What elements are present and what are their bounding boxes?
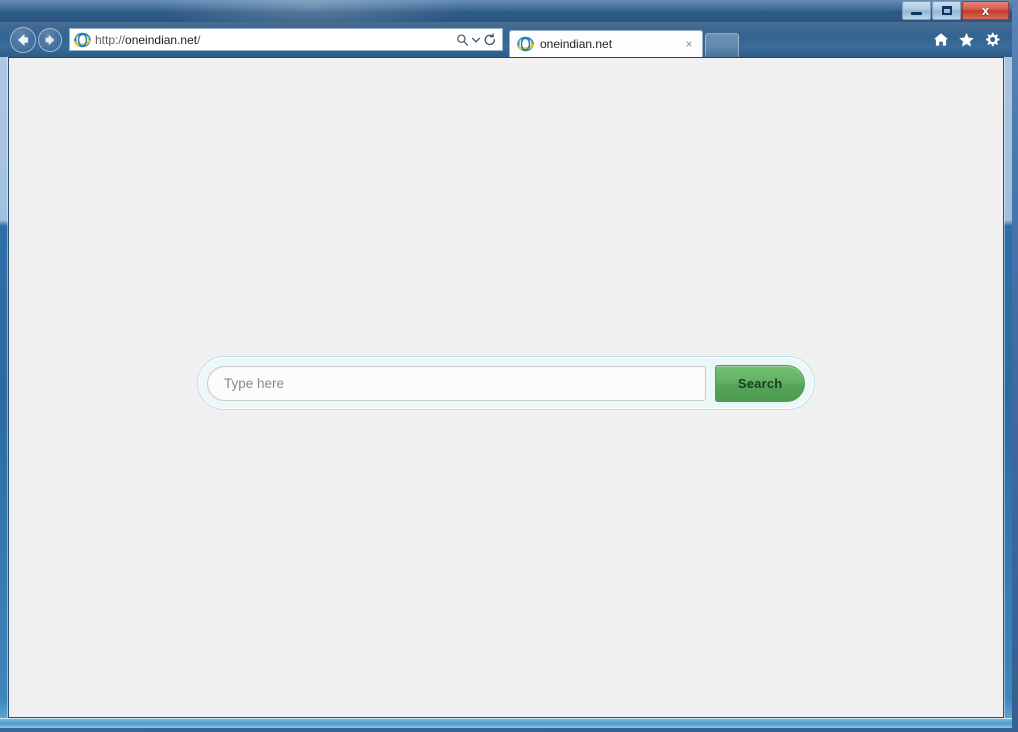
url-host: oneindian.net — [125, 33, 198, 46]
settings-gear-icon[interactable] — [984, 32, 1000, 48]
refresh-icon[interactable] — [483, 32, 497, 47]
minimize-icon — [911, 12, 922, 15]
new-tab-button[interactable] — [705, 33, 739, 57]
url-path: / — [197, 33, 201, 46]
search-widget: Search — [197, 356, 815, 410]
title-bar: x — [0, 0, 1012, 22]
search-button[interactable]: Search — [715, 364, 805, 402]
favorites-star-icon[interactable] — [958, 32, 975, 48]
page-body: Search — [9, 58, 1003, 717]
tab-close-icon[interactable]: × — [682, 37, 696, 51]
tab-strip: oneindian.net × — [509, 22, 739, 57]
back-arrow-icon — [17, 33, 29, 46]
title-bar-glow — [150, 0, 470, 22]
url-scheme: http:// — [95, 33, 126, 46]
toolbar-icons — [933, 32, 1006, 48]
minimize-button[interactable] — [902, 1, 931, 20]
chevron-down-icon[interactable] — [472, 37, 480, 43]
page-viewport: Search — [8, 57, 1004, 718]
window-border-left — [0, 0, 8, 728]
address-bar-icons — [456, 32, 500, 47]
home-icon[interactable] — [933, 32, 949, 47]
address-bar[interactable]: http://oneindian.net/ — [69, 28, 503, 51]
maximize-icon — [941, 6, 952, 15]
navigation-buttons — [10, 26, 62, 53]
browser-toolbar: http://oneindian.net/ oneindian.net × — [0, 22, 1012, 57]
window-border-right — [1004, 0, 1012, 728]
url-text: http://oneindian.net/ — [95, 34, 456, 46]
window-controls: x — [902, 1, 1009, 20]
close-icon: x — [981, 3, 990, 18]
close-button[interactable]: x — [962, 1, 1009, 20]
search-icon[interactable] — [456, 33, 469, 47]
tab-oneindian[interactable]: oneindian.net × — [509, 30, 703, 57]
forward-button[interactable] — [38, 27, 62, 52]
back-button[interactable] — [10, 26, 36, 53]
browser-window: x http://oneindian.net/ oneindian.net × … — [0, 0, 1012, 728]
window-border-bottom — [0, 718, 1012, 728]
tab-title: oneindian.net — [540, 38, 613, 50]
forward-arrow-icon — [45, 34, 55, 45]
internet-explorer-icon — [517, 36, 534, 52]
internet-explorer-icon — [74, 32, 91, 48]
search-input[interactable] — [207, 365, 707, 401]
maximize-button[interactable] — [932, 1, 961, 20]
